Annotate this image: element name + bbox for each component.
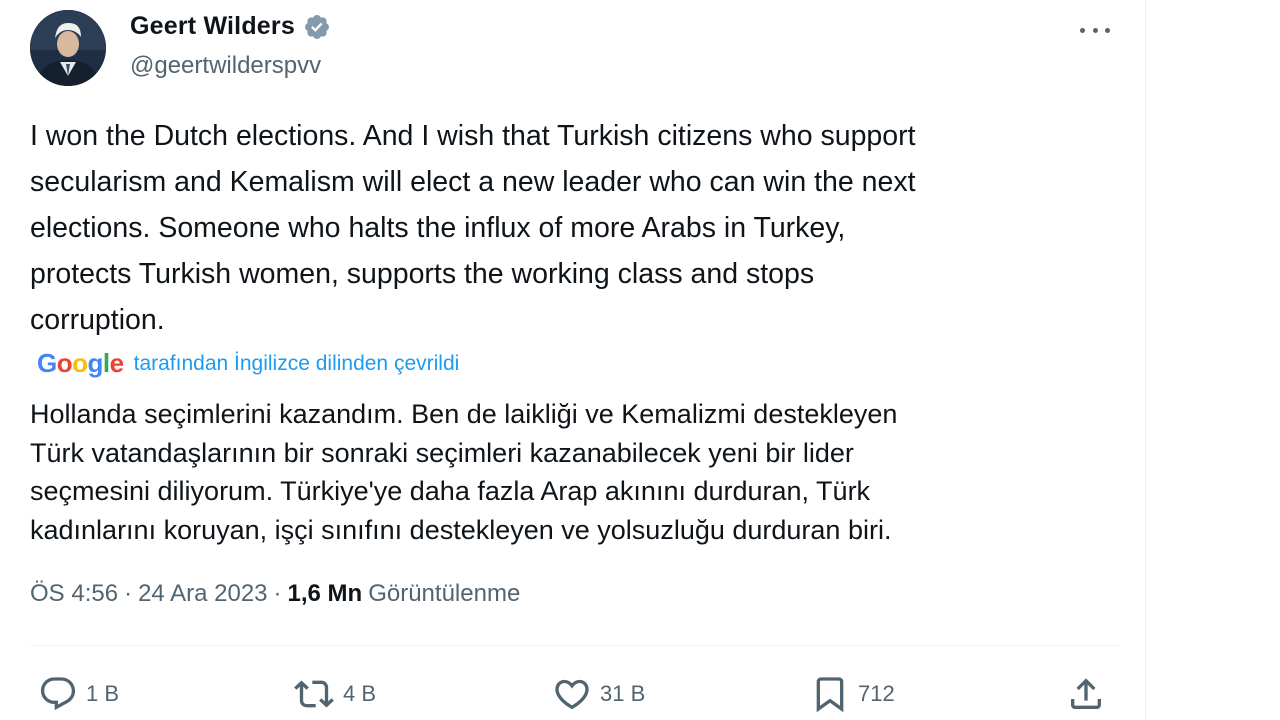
like-button[interactable]: 31 B — [552, 674, 645, 714]
meta-separator: · — [124, 580, 133, 607]
share-button[interactable] — [1066, 674, 1106, 714]
views-label: Görüntülenme — [368, 580, 521, 607]
reply-button[interactable]: 1 B — [38, 674, 119, 714]
author-display-name[interactable]: Geert Wilders — [130, 12, 295, 41]
reply-count: 1 B — [86, 681, 120, 706]
author-handle[interactable]: @geertwilderspvv — [130, 52, 321, 80]
tweet-date[interactable]: 24 Ara 2023 — [138, 580, 267, 608]
views-count: 1,6 Mn — [287, 580, 363, 607]
tweet-text-translated: Hollanda seçimlerini kazandım. Ben de la… — [30, 399, 898, 545]
bookmark-count: 712 — [858, 681, 895, 706]
share-icon — [1071, 678, 1101, 709]
repost-button[interactable]: 4 B — [293, 674, 376, 714]
verified-badge-icon[interactable] — [303, 13, 331, 41]
bookmark-button[interactable]: 712 — [810, 674, 895, 714]
heart-icon — [555, 679, 589, 710]
like-count: 31 B — [600, 681, 646, 706]
tweet-meta: ÖS 4:56 · 24 Ara 2023 · 1,6 Mn Görüntüle… — [30, 580, 520, 608]
repost-icon — [294, 680, 334, 708]
repost-count: 4 B — [343, 681, 377, 706]
meta-separator: · — [273, 580, 282, 607]
more-dot — [1092, 27, 1098, 33]
tweet-time[interactable]: ÖS 4:56 — [30, 580, 118, 608]
google-logo: Google — [37, 348, 124, 378]
more-options-icon[interactable] — [1080, 22, 1110, 38]
avatar-photo — [30, 10, 106, 86]
tweet-card: Geert Wilders @geertwilderspvv I won the… — [0, 0, 1145, 720]
reply-icon — [40, 677, 76, 711]
bookmark-icon — [816, 677, 844, 713]
column-border — [1145, 0, 1146, 720]
more-dot — [1105, 27, 1110, 33]
translation-attribution: Google tarafından İngilizce dilinden çev… — [37, 348, 459, 379]
author-name-row: Geert Wilders — [130, 12, 331, 41]
more-dot — [1080, 27, 1085, 33]
page: Geert Wilders @geertwilderspvv I won the… — [0, 0, 1280, 720]
action-bar: 1 B 4 B 31 B 712 — [0, 668, 1145, 720]
translated-by-link[interactable]: tarafından İngilizce dilinden çevrildi — [134, 352, 460, 376]
divider — [30, 645, 1120, 646]
avatar[interactable] — [30, 10, 106, 86]
tweet-text-original: I won the Dutch elections. And I wish th… — [30, 120, 916, 336]
